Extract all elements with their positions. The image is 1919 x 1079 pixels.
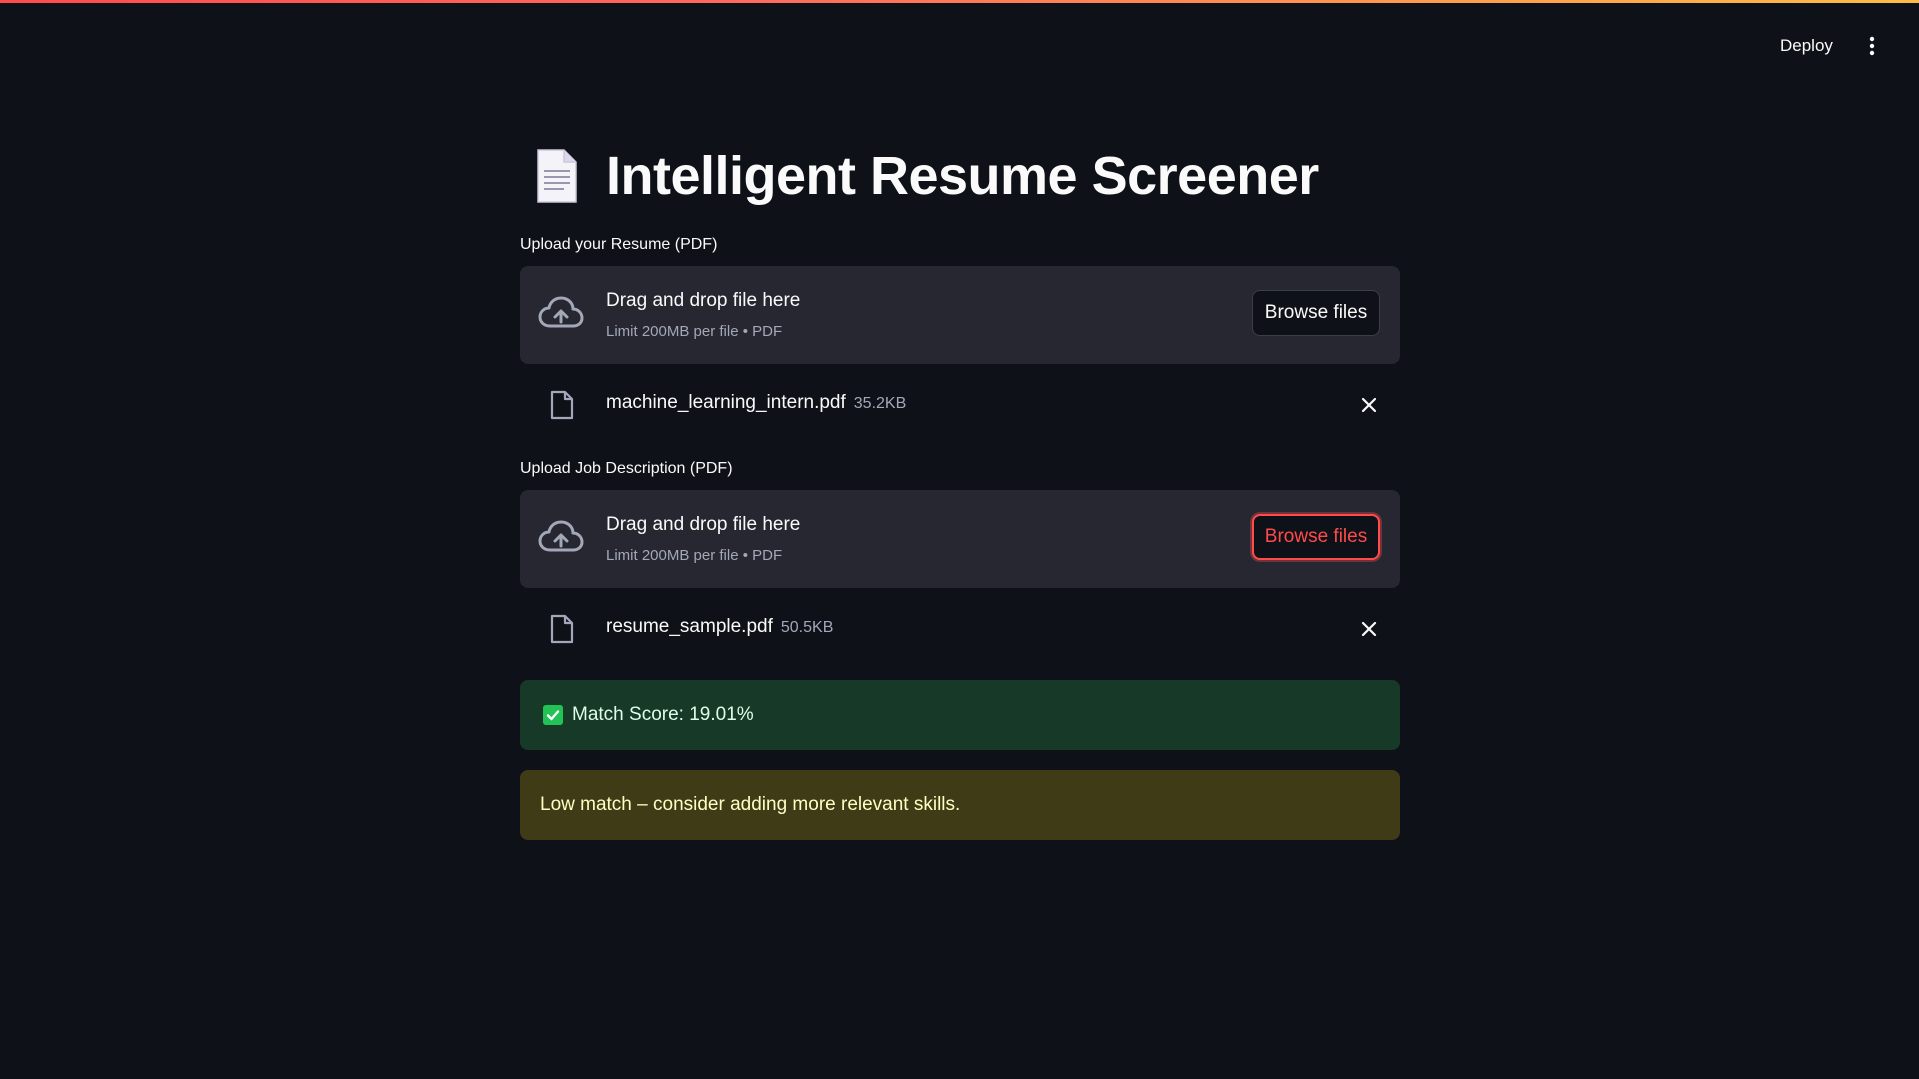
match-score-text: Match Score: 19.01% [572, 704, 754, 725]
resume-browse-button[interactable]: Browse files [1252, 290, 1380, 336]
resume-dropzone-title: Drag and drop file here [606, 290, 801, 311]
jd-browse-button[interactable]: Browse files [1252, 514, 1380, 560]
resume-dropzone-limit: Limit 200MB per file • PDF [606, 323, 783, 340]
resume-remove-file-button[interactable] [1356, 392, 1382, 418]
resume-file-name: machine_learning_intern.pdf 35.2KB [606, 392, 906, 414]
resume-file-name-text: machine_learning_intern.pdf [606, 392, 846, 413]
deploy-button[interactable]: Deploy [1768, 30, 1845, 62]
file-icon [550, 614, 574, 644]
title-row: Intelligent Resume Screener [520, 142, 1400, 212]
match-score-alert: Match Score: 19.01% [520, 680, 1400, 750]
kebab-menu-icon [1869, 36, 1875, 56]
low-match-warning-text: Low match – consider adding more relevan… [540, 794, 961, 815]
jd-file-name: resume_sample.pdf 50.5KB [606, 616, 833, 638]
resume-dropzone[interactable]: Drag and drop file here Limit 200MB per … [520, 266, 1400, 364]
check-box-icon [543, 705, 563, 725]
jd-dropzone-limit: Limit 200MB per file • PDF [606, 547, 783, 564]
app-header: Deploy [0, 0, 1919, 90]
jd-remove-file-button[interactable] [1356, 616, 1382, 642]
jd-uploaded-file: resume_sample.pdf 50.5KB [520, 608, 1400, 648]
jd-dropzone[interactable]: Drag and drop file here Limit 200MB per … [520, 490, 1400, 588]
page-facing-up-icon [537, 149, 577, 203]
jd-dropzone-title: Drag and drop file here [606, 514, 801, 535]
resume-upload-label: Upload your Resume (PDF) [520, 236, 718, 253]
jd-upload-label: Upload Job Description (PDF) [520, 460, 733, 477]
cloud-upload-icon [538, 520, 584, 552]
resume-uploaded-file: machine_learning_intern.pdf 35.2KB [520, 384, 1400, 424]
page-title: Intelligent Resume Screener [606, 146, 1319, 206]
main-menu-button[interactable] [1856, 30, 1888, 62]
jd-file-name-text: resume_sample.pdf [606, 616, 773, 637]
jd-file-size: 50.5KB [780, 619, 834, 636]
resume-file-size: 35.2KB [853, 395, 907, 412]
file-icon [550, 390, 574, 420]
cloud-upload-icon [538, 296, 584, 328]
low-match-warning: Low match – consider adding more relevan… [520, 770, 1400, 840]
